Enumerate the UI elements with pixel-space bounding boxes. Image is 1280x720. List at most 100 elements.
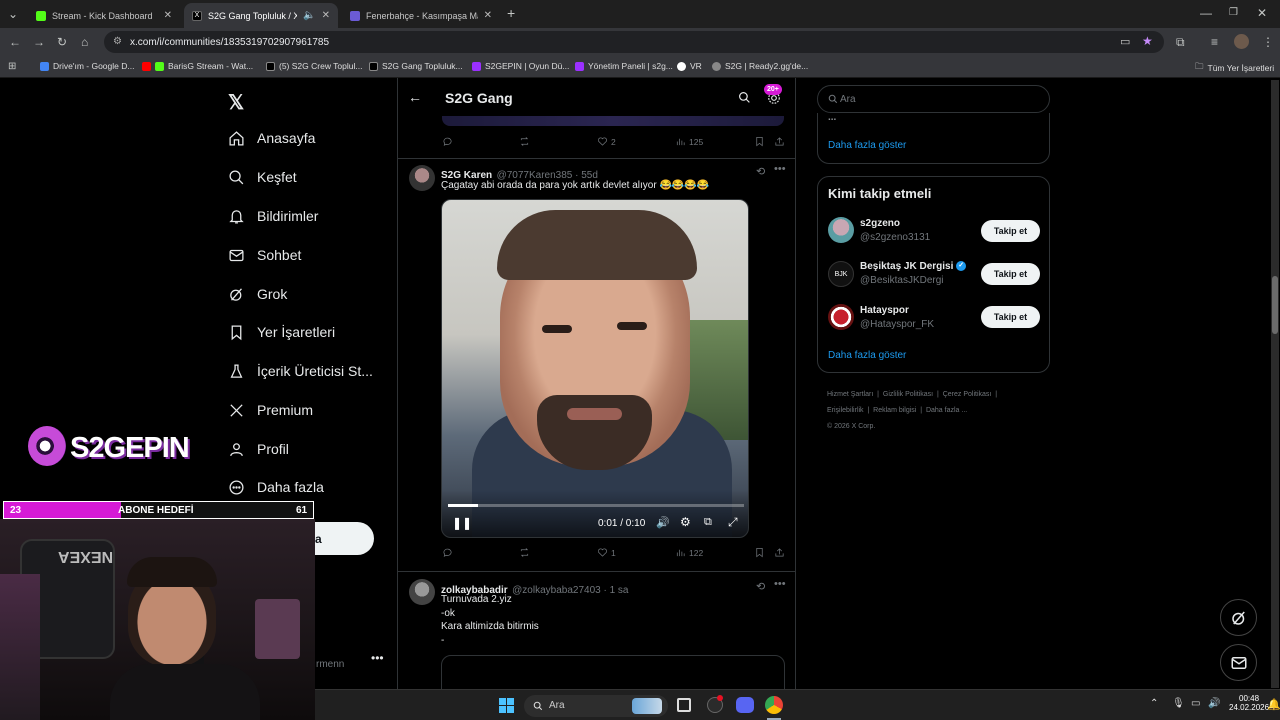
- tab-fenerbahce[interactable]: Fenerbahçe - Kasımpaşa Maç C ✕: [342, 3, 500, 28]
- bookmark-item[interactable]: S2GEPIN | Oyun Dü...: [472, 61, 569, 71]
- search-icon[interactable]: [738, 91, 751, 104]
- bookmark-item[interactable]: Yönetim Paneli | s2g...: [575, 61, 673, 71]
- hatayspor-logo-icon[interactable]: [828, 304, 854, 330]
- close-tab-icon[interactable]: ✕: [322, 10, 330, 21]
- restore-icon[interactable]: ❐: [1229, 7, 1238, 19]
- discord-icon[interactable]: [736, 697, 754, 713]
- bookmark-item[interactable]: S2G | Ready2.gg'de...: [712, 61, 808, 71]
- video-settings-icon[interactable]: ⚙: [680, 515, 691, 529]
- footer-link[interactable]: Hizmet Şartları: [827, 391, 873, 398]
- footer-link[interactable]: Çerez Politikası: [943, 391, 992, 398]
- share-button[interactable]: [774, 547, 788, 558]
- footer-link[interactable]: Erişilebilirlik: [827, 407, 864, 414]
- grok-post-icon[interactable]: ⟲: [756, 165, 765, 178]
- besiktas-logo-icon[interactable]: BJK: [828, 261, 854, 287]
- volume-icon[interactable]: 🔊: [656, 516, 670, 529]
- network-icon[interactable]: ▭: [1191, 698, 1200, 709]
- bookmark-item[interactable]: VR: [677, 61, 702, 71]
- tab-s2g-gang[interactable]: X S2G Gang Topluluk / X 🔈 ✕: [184, 3, 338, 28]
- bookmark-item[interactable]: BarisG Stream - Wat...: [142, 61, 253, 71]
- nav-notifications[interactable]: Bildirimler: [227, 207, 318, 225]
- search-input[interactable]: Ara: [817, 85, 1050, 113]
- nav-explore[interactable]: Keşfet: [227, 168, 297, 186]
- nav-premium[interactable]: Premium: [227, 401, 313, 419]
- scrollbar-thumb[interactable]: [1272, 276, 1278, 334]
- post-more-icon[interactable]: •••: [774, 163, 786, 175]
- window-close-icon[interactable]: ✕: [1257, 7, 1267, 19]
- profile-avatar[interactable]: [1234, 34, 1249, 49]
- nav-profile[interactable]: Profil: [227, 440, 289, 458]
- site-info-icon[interactable]: ⚙: [113, 36, 122, 47]
- forward-icon[interactable]: →: [33, 36, 45, 48]
- minimize-icon[interactable]: —: [1200, 7, 1212, 19]
- post-card[interactable]: zolkaybabadir @zolkaybaba27403 · 1 sa ⟲ …: [398, 572, 795, 690]
- reply-button[interactable]: [442, 547, 456, 558]
- extensions-icon[interactable]: ⧉: [1176, 36, 1185, 48]
- close-tab-icon[interactable]: ✕: [484, 10, 492, 21]
- bookmark-star-icon[interactable]: ★: [1142, 34, 1153, 48]
- nav-bookmarks[interactable]: Yer İşaretleri: [227, 323, 335, 341]
- menu-icon[interactable]: ⋮: [1262, 36, 1274, 48]
- account-handle[interactable]: rmenn: [316, 659, 344, 670]
- post-more-icon[interactable]: •••: [774, 578, 786, 590]
- bookmark-button[interactable]: [754, 547, 768, 558]
- nav-more[interactable]: Daha fazla: [227, 478, 324, 496]
- taskbar-search-input[interactable]: Ara: [524, 695, 668, 717]
- share-button[interactable]: [774, 136, 788, 147]
- x-logo-icon[interactable]: 𝕏: [228, 90, 244, 115]
- page-scrollbar[interactable]: [1271, 80, 1279, 688]
- home-icon[interactable]: ⌂: [81, 36, 88, 48]
- url-input[interactable]: ⚙ x.com/i/communities/183531970290796178…: [104, 31, 1164, 53]
- tab-kick-dashboard[interactable]: Stream - Kick Dashboard ✕: [28, 3, 180, 28]
- suggestion-name[interactable]: Hatayspor: [860, 305, 909, 316]
- nav-messages[interactable]: Sohbet: [227, 246, 301, 264]
- footer-link[interactable]: Daha fazla ...: [926, 407, 967, 414]
- show-more-link[interactable]: Daha fazla göster: [828, 350, 906, 361]
- grok-post-icon[interactable]: ⟲: [756, 580, 765, 593]
- clock[interactable]: 00:48 24.02.2026: [1229, 694, 1269, 712]
- windows-start-icon[interactable]: [499, 698, 514, 713]
- microphone-icon[interactable]: 🎙: [1172, 698, 1185, 709]
- views-button[interactable]: 125: [675, 136, 703, 147]
- avatar[interactable]: [409, 579, 435, 605]
- avatar[interactable]: [828, 217, 854, 243]
- show-more-link[interactable]: Daha fazla göster: [828, 140, 906, 151]
- like-button[interactable]: 2: [597, 136, 616, 147]
- picture-in-picture-icon[interactable]: ⧉: [704, 516, 712, 529]
- pause-icon[interactable]: ❚❚: [452, 516, 472, 530]
- bookmark-item[interactable]: Drive'ım - Google D...: [40, 61, 134, 71]
- volume-icon[interactable]: 🔊: [1208, 698, 1220, 709]
- nav-grok[interactable]: Grok: [227, 285, 287, 303]
- cast-icon[interactable]: ▭: [1120, 35, 1130, 48]
- repost-button[interactable]: [519, 547, 533, 558]
- bookmark-item[interactable]: (5) S2G Crew Toplul...: [266, 61, 362, 71]
- post-card[interactable]: S2G Karen @7077Karen385 · 55d ⟲ ••• Çaga…: [398, 159, 795, 571]
- views-button[interactable]: 122: [675, 547, 703, 558]
- back-icon[interactable]: ←: [9, 36, 21, 48]
- speaker-icon[interactable]: 🔈: [303, 10, 315, 21]
- all-bookmarks-folder[interactable]: 🗀 Tüm Yer İşaretleri: [1195, 61, 1274, 75]
- reply-button[interactable]: [442, 136, 456, 147]
- tab-search-icon[interactable]: ⌄: [8, 8, 18, 20]
- task-view-icon[interactable]: [677, 698, 691, 712]
- video-player[interactable]: ❚❚ 0:01 / 0:10 🔊 ⚙ ⧉ ⤢: [441, 199, 749, 538]
- media-control-icon[interactable]: ≡: [1211, 36, 1218, 48]
- back-arrow-icon[interactable]: ←: [408, 89, 422, 105]
- repost-button[interactable]: [519, 136, 533, 147]
- notification-center-icon[interactable]: 🔔: [1267, 698, 1280, 711]
- messages-floating-button[interactable]: [1220, 644, 1257, 681]
- follow-button[interactable]: Takip et: [981, 263, 1040, 285]
- bookmark-button[interactable]: [754, 136, 768, 147]
- nav-home[interactable]: Anasayfa: [227, 129, 315, 147]
- footer-link[interactable]: Gizlilik Politikası: [883, 391, 933, 398]
- follow-button[interactable]: Takip et: [981, 220, 1040, 242]
- bookmark-item[interactable]: S2G Gang Topluluk...: [369, 61, 463, 71]
- video-progress-track[interactable]: [448, 504, 744, 507]
- grok-floating-button[interactable]: [1220, 599, 1257, 636]
- account-more-icon[interactable]: •••: [371, 651, 384, 665]
- fullscreen-icon[interactable]: ⤢: [728, 515, 738, 530]
- footer-link[interactable]: Reklam bilgisi: [873, 407, 916, 414]
- post-media[interactable]: [441, 655, 785, 690]
- suggestion-name-wrap[interactable]: Beşiktaş JK Dergisi ✓: [860, 261, 967, 272]
- follow-button[interactable]: Takip et: [981, 306, 1040, 328]
